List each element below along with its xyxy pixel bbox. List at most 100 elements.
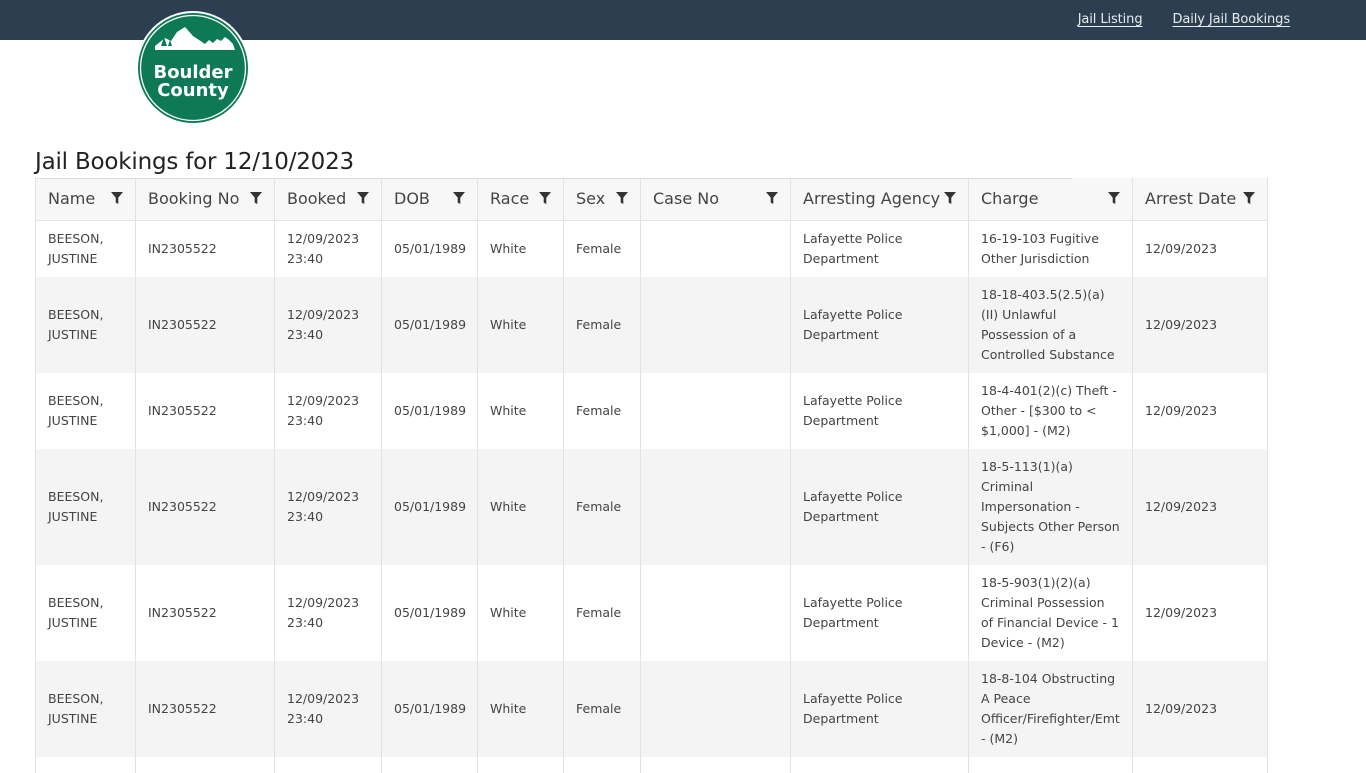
- column-header-sex[interactable]: Sex: [563, 178, 641, 221]
- filter-icon[interactable]: [1108, 192, 1120, 205]
- cell-name: [35, 756, 136, 773]
- logo-line2: County: [157, 80, 229, 101]
- nav-link-jail-listing[interactable]: Jail Listing: [1078, 12, 1143, 27]
- cell-arrest-date: 12/09/2023: [1132, 448, 1268, 565]
- cell-dob: 05/01/1989: [381, 448, 478, 565]
- filter-icon[interactable]: [111, 192, 123, 205]
- cell-booked: 12/09/2023 23:40: [274, 372, 382, 449]
- cell-case-no: [640, 564, 791, 661]
- cell-dob: [381, 756, 478, 773]
- cell-charge: [968, 756, 1133, 773]
- cell-race: White: [477, 372, 564, 449]
- column-header-booked[interactable]: Booked: [274, 178, 382, 221]
- cell-case-no: [640, 448, 791, 565]
- cell-booked: 12/09/2023 23:40: [274, 276, 382, 373]
- cell-race: White: [477, 564, 564, 661]
- column-header-arresting-agency[interactable]: Arresting Agency: [790, 178, 969, 221]
- cell-race: [477, 756, 564, 773]
- cell-charge: 18-18-403.5(2.5)(a)(II) Unlawful Possess…: [968, 276, 1133, 373]
- column-header-arrest-date[interactable]: Arrest Date: [1132, 178, 1268, 221]
- cell-booked: 12/09/2023 23:40: [274, 660, 382, 757]
- column-header-charge[interactable]: Charge: [968, 178, 1133, 221]
- cell-arrest-date: 12/09/2023: [1132, 372, 1268, 449]
- cell-agency: Lafayette Police Department: [790, 276, 969, 373]
- filter-icon[interactable]: [453, 192, 465, 205]
- cell-booked: 12/09/2023 23:40: [274, 564, 382, 661]
- cell-charge: 18-4-401(2)(c) Theft - Other - [$300 to …: [968, 372, 1133, 449]
- column-label: DOB: [394, 189, 430, 209]
- boulder-county-logo[interactable]: Boulder County: [135, 10, 251, 126]
- table-row[interactable]: BEESON, JUSTINE IN2305522 12/09/2023 23:40…: [35, 372, 1268, 449]
- cell-case-no: [640, 276, 791, 373]
- column-label: Arresting Agency: [803, 189, 941, 209]
- cell-case-no: [640, 372, 791, 449]
- column-label: Charge: [981, 189, 1039, 209]
- bookings-table-container: Name Booking No Booked DOB Race Sex Case No Arr…: [35, 178, 1268, 773]
- column-label: Arrest Date: [1145, 189, 1237, 209]
- cell-dob: 05/01/1989: [381, 276, 478, 373]
- cell-booking-no: IN2305522: [135, 372, 275, 449]
- filter-icon[interactable]: [539, 192, 551, 205]
- table-top-border: [35, 178, 1072, 179]
- cell-case-no: [640, 660, 791, 757]
- cell-name: BEESON, JUSTINE: [35, 448, 136, 565]
- cell-name: BEESON, JUSTINE: [35, 372, 136, 449]
- nav-links: Jail Listing Daily Jail Bookings: [1078, 12, 1290, 27]
- table-row[interactable]: BEESON, JUSTINE IN2305522 12/09/2023 23:40…: [35, 564, 1268, 661]
- table-row[interactable]: BEESON, JUSTINE IN2305522 12/09/2023 23:40…: [35, 276, 1268, 373]
- logo-emblem-icon: Boulder County: [136, 11, 250, 125]
- cell-sex: Female: [563, 276, 641, 373]
- cell-name: BEESON, JUSTINE: [35, 660, 136, 757]
- cell-agency: Lafayette Police Department: [790, 220, 969, 277]
- cell-booked: 12/09/2023 23:40: [274, 448, 382, 565]
- cell-sex: Female: [563, 564, 641, 661]
- cell-race: White: [477, 660, 564, 757]
- cell-booking-no: IN2305522: [135, 564, 275, 661]
- cell-charge: 18-8-104 Obstructing A Peace Officer/Fir…: [968, 660, 1133, 757]
- filter-icon[interactable]: [357, 192, 369, 205]
- cell-agency: Lafayette Police Department: [790, 564, 969, 661]
- cell-case-no: [640, 220, 791, 277]
- cell-booking-no: [135, 756, 275, 773]
- filter-icon[interactable]: [944, 192, 956, 205]
- cell-dob: 05/01/1989: [381, 372, 478, 449]
- filter-icon[interactable]: [1243, 192, 1255, 205]
- table-row[interactable]: BEESON, JUSTINE IN2305522 12/09/2023 23:40…: [35, 220, 1268, 277]
- cell-sex: Female: [563, 220, 641, 277]
- column-label: Race: [490, 189, 530, 209]
- cell-booking-no: IN2305522: [135, 220, 275, 277]
- table-row[interactable]: BEESON, JUSTINE IN2305522 12/09/2023 23:40…: [35, 660, 1268, 757]
- cell-race: White: [477, 276, 564, 373]
- column-label: Booking No: [148, 189, 240, 209]
- column-label: Booked: [287, 189, 347, 209]
- filter-icon[interactable]: [766, 192, 778, 205]
- cell-booking-no: IN2305522: [135, 276, 275, 373]
- column-header-booking-no[interactable]: Booking No: [135, 178, 275, 221]
- column-header-name[interactable]: Name: [35, 178, 136, 221]
- filter-icon[interactable]: [250, 192, 262, 205]
- nav-link-daily-jail-bookings[interactable]: Daily Jail Bookings: [1172, 12, 1290, 27]
- cell-arrest-date: 12/09/2023: [1132, 220, 1268, 277]
- cell-sex: Female: [563, 660, 641, 757]
- cell-sex: Female: [563, 372, 641, 449]
- cell-name: BEESON, JUSTINE: [35, 276, 136, 373]
- cell-dob: 05/01/1989: [381, 660, 478, 757]
- column-label: Sex: [576, 189, 606, 209]
- table-header-row: Name Booking No Booked DOB Race Sex Case No Arr…: [35, 178, 1268, 221]
- cell-agency: Lafayette Police Department: [790, 372, 969, 449]
- cell-charge: 16-19-103 Fugitive Other Jurisdiction: [968, 220, 1133, 277]
- cell-arrest-date: 12/09/2023: [1132, 276, 1268, 373]
- column-header-race[interactable]: Race: [477, 178, 564, 221]
- cell-agency: Lafayette Police Department: [790, 660, 969, 757]
- filter-icon[interactable]: [616, 192, 628, 205]
- table-row[interactable]: BEESON, JUSTINE IN2305522 12/09/2023 23:40…: [35, 448, 1268, 565]
- cell-name: BEESON, JUSTINE: [35, 220, 136, 277]
- bookings-table: Name Booking No Booked DOB Race Sex Case No Arr…: [35, 178, 1268, 773]
- column-header-dob[interactable]: DOB: [381, 178, 478, 221]
- cell-arrest-date: 12/09/2023: [1132, 564, 1268, 661]
- table-row[interactable]: [35, 756, 1268, 773]
- cell-arrest-date: [1132, 756, 1268, 773]
- cell-dob: 05/01/1989: [381, 564, 478, 661]
- column-header-case-no[interactable]: Case No: [640, 178, 791, 221]
- column-label: Case No: [653, 189, 719, 209]
